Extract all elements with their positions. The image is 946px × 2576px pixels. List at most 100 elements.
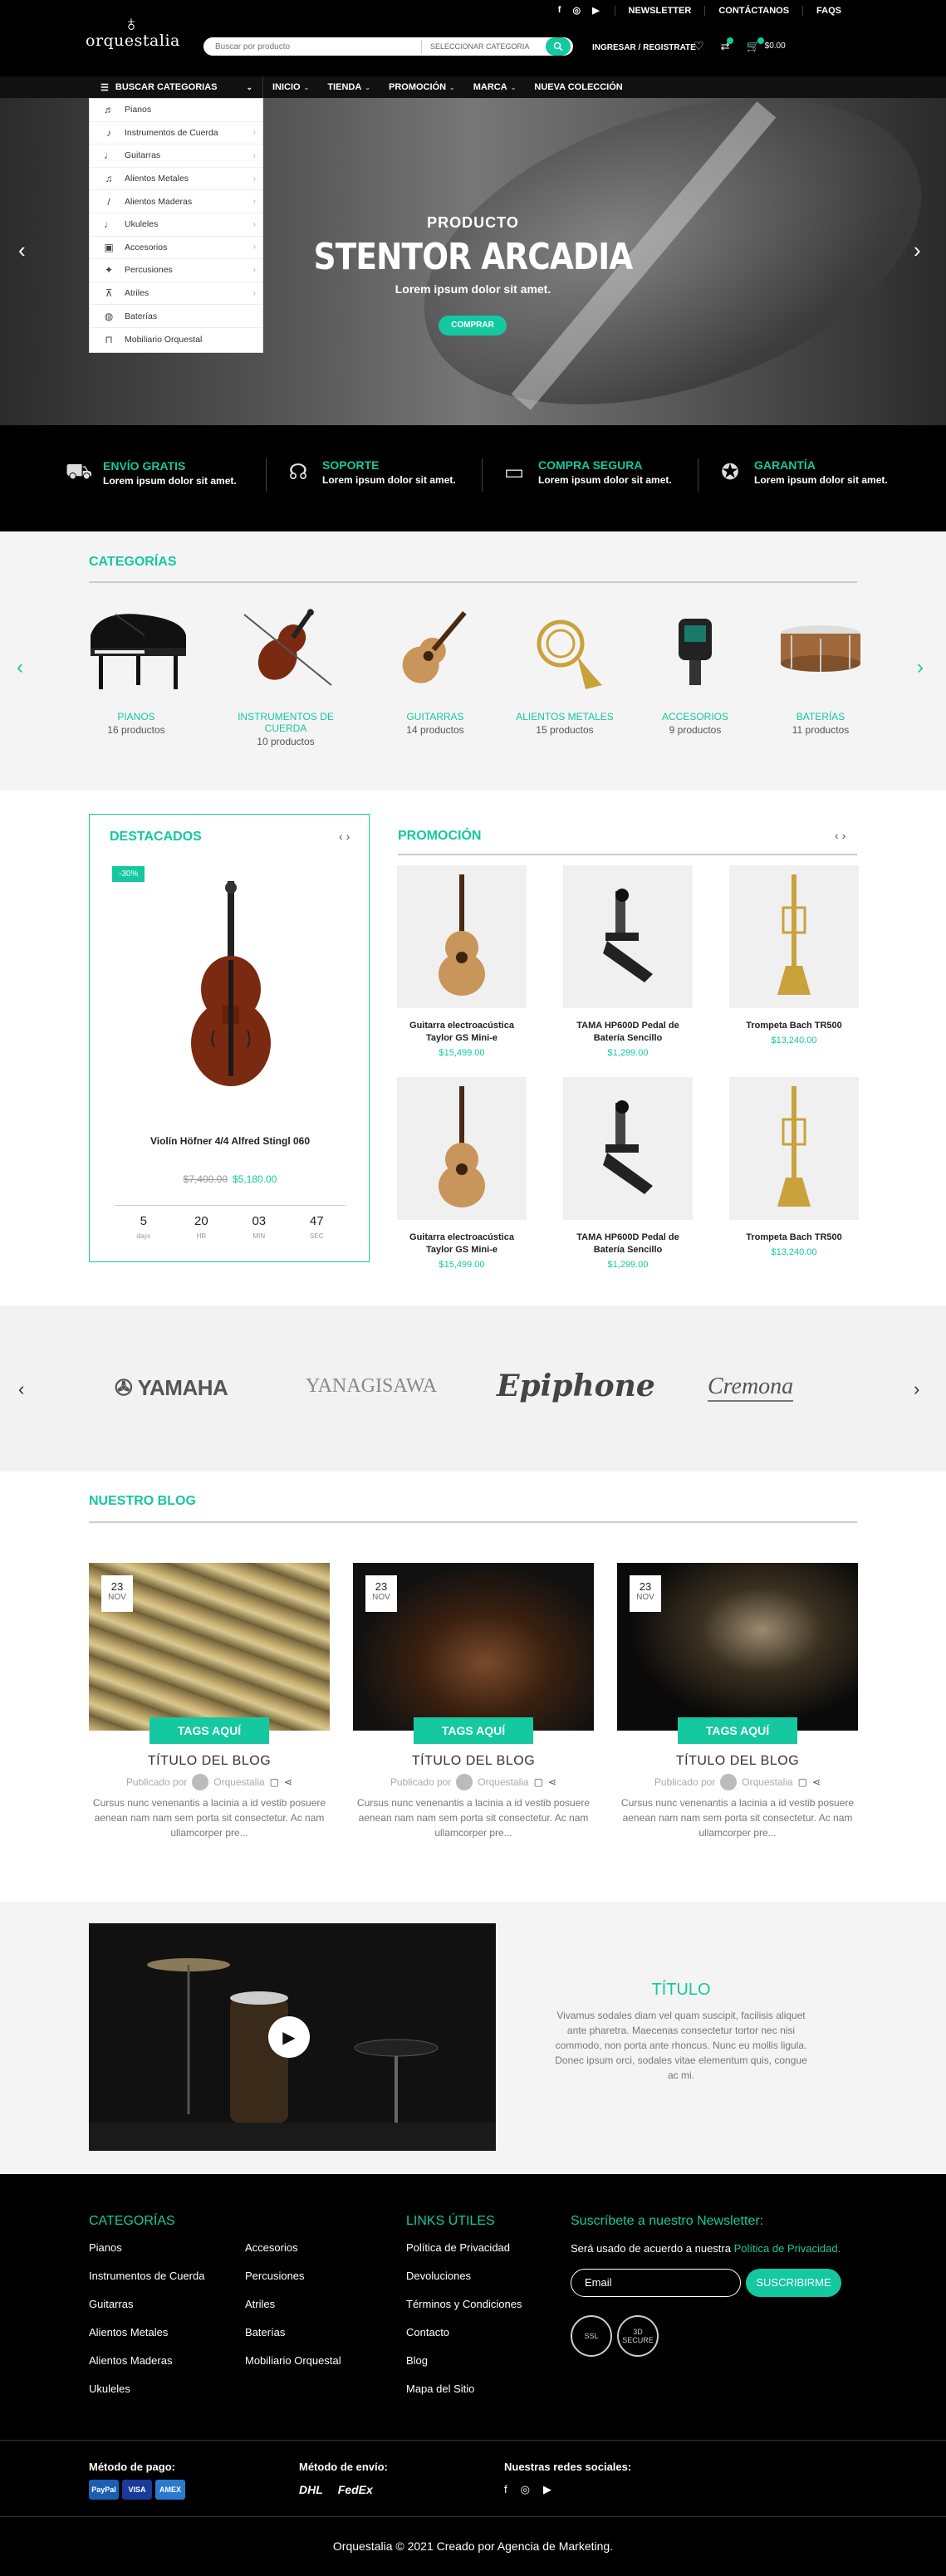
dropdown-item-baterias[interactable]: ◍ Baterías <box>90 305 262 328</box>
wishlist-icon[interactable]: ♡ <box>694 39 704 53</box>
footer-link[interactable]: Ukuleles <box>89 2375 204 2403</box>
brand-logo-epiphone[interactable]: Epiphone <box>497 1369 655 1403</box>
blog-card[interactable]: 23 NOV TAGS AQUÍ TÍTULO DEL BLOG Publicad… <box>353 1563 594 1840</box>
footer-link[interactable]: Blog <box>406 2347 522 2375</box>
brand-logo-yanagisawa[interactable]: YANAGISAWA <box>306 1375 437 1398</box>
blog-title[interactable]: TÍTULO DEL BLOG <box>89 1754 330 1769</box>
newsletter-link[interactable]: NEWSLETTER <box>614 5 705 16</box>
instagram-icon[interactable]: ◎ <box>572 5 581 16</box>
browse-categories-button[interactable]: ☰ BUSCAR CATEGORIAS ⌄ <box>89 76 263 98</box>
footer-link[interactable]: Instrumentos de Cuerda <box>89 2262 204 2290</box>
categories-prev-arrow-icon[interactable]: ‹ <box>17 656 23 679</box>
footer-link[interactable]: Mobiliario Orquestal <box>245 2347 341 2375</box>
blog-title[interactable]: TÍTULO DEL BLOG <box>353 1754 594 1769</box>
privacy-link[interactable]: Política de Privacidad. <box>734 2242 841 2255</box>
footer-link[interactable]: Términos y Condiciones <box>406 2290 522 2319</box>
facebook-icon[interactable]: f <box>504 2483 507 2496</box>
blog-title[interactable]: TÍTULO DEL BLOG <box>617 1754 858 1769</box>
youtube-icon[interactable]: ▶ <box>543 2483 551 2496</box>
faqs-link[interactable]: FAQS <box>802 5 855 16</box>
brands-prev-arrow-icon[interactable]: ‹ <box>18 1379 24 1400</box>
video-player[interactable]: ▶ <box>89 1923 496 2151</box>
search-input[interactable] <box>203 42 421 51</box>
footer-link[interactable]: Política de Privacidad <box>406 2234 522 2262</box>
nav-promocion[interactable]: PROMOCIÓN ⌄ <box>380 82 464 92</box>
footer-link[interactable]: Alientos Metales <box>89 2319 204 2347</box>
comment-icon[interactable]: ▢ <box>534 1776 543 1788</box>
blog-author[interactable]: Orquestalia <box>213 1776 264 1788</box>
share-icon[interactable]: ⋖ <box>548 1776 556 1788</box>
featured-product-name[interactable]: Violín Höfner 4/4 Alfred Stingl 060 <box>90 1134 370 1148</box>
category-card-baterias[interactable]: BATERÍAS 11 productos <box>754 598 887 736</box>
footer-link[interactable]: Atriles <box>245 2290 341 2319</box>
blog-tag[interactable]: TAGS AQUÍ <box>414 1717 533 1744</box>
logo[interactable]: ♁ orquestalia <box>86 12 179 50</box>
footer-link[interactable]: Accesorios <box>245 2234 341 2262</box>
blog-card[interactable]: 23 NOV TAGS AQUÍ TÍTULO DEL BLOG Publicad… <box>89 1563 330 1840</box>
blog-author[interactable]: Orquestalia <box>478 1776 528 1788</box>
footer-link[interactable]: Alientos Maderas <box>89 2347 204 2375</box>
dropdown-item-percusiones[interactable]: ✦ Percusiones › <box>90 259 262 282</box>
category-card-cuerda[interactable]: INSTRUMENTOS DE CUERDA 10 productos <box>219 598 352 747</box>
dropdown-item-cuerda[interactable]: ♪ Instrumentos de Cuerda › <box>90 122 262 145</box>
instagram-icon[interactable]: ◎ <box>521 2483 530 2496</box>
category-card-accesorios[interactable]: ACCESORIOS 9 productos <box>629 598 762 736</box>
youtube-icon[interactable]: ▶ <box>592 5 599 16</box>
newsletter-email-input[interactable]: Email <box>571 2269 741 2297</box>
footer-link[interactable]: Guitarras <box>89 2290 204 2319</box>
login-register-link[interactable]: INGRESAR / REGISTRATE <box>592 43 696 52</box>
blog-card[interactable]: 23 NOV TAGS AQUÍ TÍTULO DEL BLOG Publicad… <box>617 1563 858 1840</box>
brand-logo-cremona[interactable]: Cremona <box>708 1374 794 1402</box>
cart-icon[interactable]: 🛒 <box>746 37 764 53</box>
subscribe-button[interactable]: SUSCRIBIRME <box>746 2269 841 2297</box>
search-category-select[interactable]: SELECCIONAR CATEGORIA <box>421 40 546 53</box>
promo-product-card[interactable]: Guitarra electroacústica Taylor GS Mini-… <box>397 865 527 1058</box>
play-icon[interactable]: ▶ <box>268 2016 310 2058</box>
promo-product-card[interactable]: TAMA HP600D Pedal de Batería Sencillo $1… <box>563 1077 693 1270</box>
dropdown-item-maderas[interactable]: / Alientos Maderas › <box>90 190 262 213</box>
chevron-left-icon[interactable]: ‹ <box>339 830 343 843</box>
footer-link[interactable]: Baterías <box>245 2319 341 2347</box>
hero-buy-button[interactable]: COMPRAR <box>439 316 507 335</box>
category-card-guitarras[interactable]: GUITARRAS 14 productos <box>369 598 502 736</box>
comment-icon[interactable]: ▢ <box>270 1776 279 1788</box>
dropdown-item-ukuleles[interactable]: ♩ Ukuleles › <box>90 213 262 237</box>
dropdown-item-guitarras[interactable]: ♩ Guitarras › <box>90 144 262 168</box>
blog-tag[interactable]: TAGS AQUÍ <box>149 1717 269 1744</box>
blog-author[interactable]: Orquestalia <box>742 1776 792 1788</box>
dropdown-item-metales[interactable]: ♫ Alientos Metales › <box>90 168 262 191</box>
brands-next-arrow-icon[interactable]: › <box>914 1379 919 1400</box>
compare-icon[interactable]: ⇄ <box>721 37 734 53</box>
blog-tag[interactable]: TAGS AQUÍ <box>678 1717 797 1744</box>
violin-product-image[interactable] <box>177 881 285 1099</box>
category-card-pianos[interactable]: PIANOS 16 productos <box>70 598 203 736</box>
hero-next-arrow-icon[interactable]: › <box>914 238 921 263</box>
share-icon[interactable]: ⋖ <box>284 1776 292 1788</box>
hero-prev-arrow-icon[interactable]: ‹ <box>18 238 26 263</box>
dropdown-item-atriles[interactable]: ⊼ Atriles › <box>90 282 262 306</box>
footer-link[interactable]: Pianos <box>89 2234 204 2262</box>
footer-link[interactable]: Contacto <box>406 2319 522 2347</box>
categories-next-arrow-icon[interactable]: › <box>917 656 924 679</box>
contact-link[interactable]: CONTÁCTANOS <box>704 5 802 16</box>
dropdown-item-accesorios[interactable]: ▣ Accesorios › <box>90 237 262 260</box>
chevron-left-icon[interactable]: ‹ <box>835 829 839 842</box>
promo-product-card[interactable]: TAMA HP600D Pedal de Batería Sencillo $1… <box>563 865 693 1058</box>
chevron-right-icon[interactable]: › <box>346 830 350 843</box>
footer-link[interactable]: Percusiones <box>245 2262 341 2290</box>
footer-link[interactable]: Devoluciones <box>406 2262 522 2290</box>
nav-inicio[interactable]: INICIO ⌄ <box>263 82 318 92</box>
share-icon[interactable]: ⋖ <box>812 1776 821 1788</box>
promo-product-card[interactable]: Guitarra electroacústica Taylor GS Mini-… <box>397 1077 527 1270</box>
dropdown-item-mobiliario[interactable]: ⊓ Mobiliario Orquestal <box>90 328 262 351</box>
comment-icon[interactable]: ▢ <box>798 1776 807 1788</box>
dropdown-item-pianos[interactable]: ♬ Pianos <box>90 99 262 122</box>
cart-total[interactable]: $0.00 <box>765 42 786 51</box>
nav-nueva-coleccion[interactable]: NUEVA COLECCIÓN <box>525 82 631 92</box>
nav-tienda[interactable]: TIENDA ⌄ <box>318 82 380 92</box>
nav-marca[interactable]: MARCA ⌄ <box>464 82 526 92</box>
promo-product-card[interactable]: Trompeta Bach TR500 $13,240.00 <box>729 1077 859 1257</box>
facebook-icon[interactable]: f <box>558 5 561 16</box>
promo-product-card[interactable]: Trompeta Bach TR500 $13,240.00 <box>729 865 859 1046</box>
search-button[interactable] <box>546 37 571 56</box>
